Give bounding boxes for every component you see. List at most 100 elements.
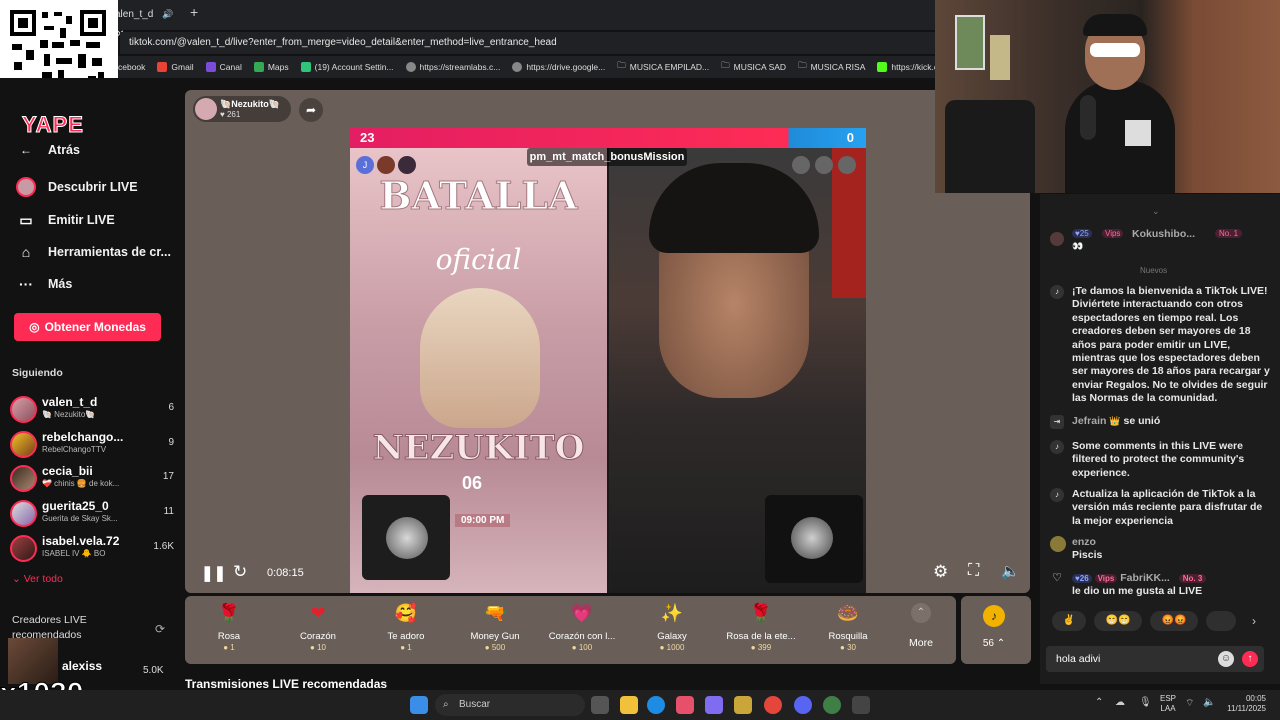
see-all-link[interactable]: ⌄ Ver todo (12, 573, 63, 585)
gift-item[interactable]: 🍩 Rosquilla ● 30 (808, 600, 888, 653)
bookmark-item[interactable]: https://streamlabs.c... (405, 62, 500, 72)
poster-name: NEZUKITO (372, 428, 585, 469)
bookmark-item[interactable]: Canal (205, 62, 242, 72)
following-item[interactable]: valen_t_d 🐚 Nezukito🐚 6 (10, 394, 180, 426)
tiktok-icon: ♪ (1050, 440, 1064, 454)
poster-title: BATALLA (379, 173, 578, 219)
bookmark-item[interactable]: https://drive.google... (512, 62, 605, 72)
quick-emoji-button[interactable]: 😡😡 (1150, 611, 1198, 631)
quick-emoji-button[interactable]: 😁😁 (1094, 611, 1142, 631)
avatar (1050, 232, 1064, 246)
quick-emoji-button[interactable]: ✌ (1052, 611, 1086, 631)
get-coins-button[interactable]: ◎ Obtener Monedas (14, 313, 161, 341)
coin-icon: ◎ (29, 320, 40, 334)
edge-icon[interactable] (647, 696, 665, 714)
chat-username[interactable]: Jefrain (1072, 415, 1106, 427)
more-gifts-button[interactable]: ⌃ More (905, 603, 937, 649)
back-button[interactable]: ← Atrás (16, 140, 80, 160)
chevron-up-icon[interactable]: ⌃ (1095, 697, 1103, 708)
score-right: 0 (846, 130, 854, 145)
browser-tab-bar: valen_t_d 🔊 ✕ + (0, 0, 935, 40)
top-supporters-left[interactable]: J (356, 156, 416, 174)
wifi-icon[interactable]: ⌔ (1185, 697, 1194, 710)
avatar (10, 465, 37, 492)
volume-icon[interactable]: 🔈 (1203, 697, 1215, 708)
gift-item[interactable]: 🌹 Rosa ● 1 (189, 600, 269, 653)
share-icon[interactable]: ➦ (299, 98, 323, 122)
gift-item[interactable]: 🌹 Rosa de la ete... ● 399 (721, 600, 801, 653)
bookmark-item[interactable]: cebook (118, 62, 145, 72)
recommended-name[interactable]: alexiss (62, 659, 102, 673)
clock[interactable]: 00:05 11/11/2025 (1222, 694, 1266, 714)
twitch-icon (300, 62, 311, 72)
bookmark-item[interactable]: (19) Account Settin... (300, 62, 394, 72)
chat-username[interactable]: enzo (1072, 536, 1272, 549)
bookmark-item[interactable]: https://kick.com/jef (877, 62, 935, 72)
chat-username[interactable]: Kokushibo... (1132, 228, 1195, 240)
host-name: 🐚Nezukito🐚 (220, 99, 280, 109)
coin-balance-button[interactable]: ♪ 56 ⌃ (961, 596, 1031, 664)
nav-creator-tools[interactable]: ⌂ Herramientas de cr... (16, 242, 171, 262)
address-bar[interactable]: tiktok.com/@valen_t_d/live?enter_from_me… (120, 32, 935, 54)
windows-start-icon[interactable] (410, 696, 428, 714)
shirt-print (1125, 120, 1151, 146)
nav-discover-live[interactable]: Descubrir LIVE (16, 177, 138, 197)
volume-icon[interactable]: 🔈 (1001, 562, 1020, 580)
pause-icon[interactable]: ❚❚ (201, 564, 226, 582)
following-item[interactable]: rebelchango... RebelChangoTTV 9 (10, 429, 180, 461)
emoji-picker-icon[interactable]: ☺ (1218, 651, 1234, 667)
settings-icon[interactable]: ⚙ (933, 562, 948, 582)
quick-emoji-button[interactable] (1206, 611, 1236, 631)
supporter-avatar: J (356, 156, 374, 174)
bookmark-folder[interactable]: 🗀 MUSICA SAD (721, 60, 786, 74)
game-icon[interactable] (734, 696, 752, 714)
bookmark-folder[interactable]: 🗀 MUSICA EMPILAD... (617, 60, 709, 74)
store-icon[interactable] (676, 696, 694, 714)
send-icon[interactable]: ↑ (1242, 651, 1258, 667)
love-face-icon: 🥰 (394, 602, 418, 623)
chevron-right-icon[interactable]: › (1252, 614, 1256, 628)
folder-icon: 🗀 (798, 60, 807, 70)
gift-item[interactable]: ❤ Corazón ● 10 (278, 600, 358, 653)
chrome-profile-icon[interactable] (823, 696, 841, 714)
new-tab-button[interactable]: + (190, 4, 198, 20)
refresh-icon[interactable]: ↻ (233, 562, 247, 582)
gift-item[interactable]: 🥰 Te adoro ● 1 (366, 600, 446, 653)
following-item[interactable]: cecia_bii ❤️‍🩹 chinis 🍔 de kok... 17 (10, 463, 180, 495)
nav-more[interactable]: ··· Más (16, 274, 72, 294)
discord-icon[interactable] (794, 696, 812, 714)
gift-item[interactable]: ✨ Galaxy ● 1000 (632, 600, 712, 653)
following-item[interactable]: isabel.vela.72 ISABEL IV 🐥 BO 1.6K (10, 533, 180, 565)
chrome-icon[interactable] (764, 696, 782, 714)
copilot-icon[interactable] (705, 696, 723, 714)
mission-banner: pm_mt_match_bonusMission (527, 148, 687, 166)
obs-icon[interactable] (852, 696, 870, 714)
heart-icon: ❤ (310, 602, 326, 623)
empty-seat-icon (838, 156, 856, 174)
chat-username[interactable]: FabriKK... (1120, 572, 1170, 584)
bookmark-item[interactable]: Maps (253, 62, 289, 72)
player-controls: ❚❚ ↻ 0:08:15 ⚙ ⛶ 🔈 (193, 560, 1023, 588)
fullscreen-icon[interactable]: ⛶ (968, 562, 979, 580)
nav-label: Emitir LIVE (48, 213, 115, 227)
avatar (10, 431, 37, 458)
refresh-icon[interactable]: ⟳ (155, 622, 165, 636)
browser-tab[interactable]: valen_t_d 🔊 ✕ (110, 4, 185, 40)
file-explorer-icon[interactable] (620, 696, 638, 714)
taskbar-search[interactable]: ⌕ Buscar (435, 694, 585, 716)
language-indicator[interactable]: ESP LAA (1160, 694, 1176, 714)
task-view-icon[interactable] (591, 696, 609, 714)
nav-go-live[interactable]: ▭ Emitir LIVE (16, 210, 115, 230)
heart-box-icon: 💗 (570, 602, 594, 623)
recommended-streams-title: Transmisiones LIVE recomendadas (185, 677, 388, 691)
mic-icon[interactable]: 🎙 (1139, 697, 1152, 708)
gift-item[interactable]: 🔫 Money Gun ● 500 (455, 600, 535, 653)
cloud-icon[interactable]: ☁ (1115, 697, 1125, 708)
following-item[interactable]: guerita25_0 Guerita de Skay Sk... 11 (10, 498, 180, 530)
kick-icon (877, 62, 888, 72)
gift-item[interactable]: 💗 Corazón con l... ● 100 (542, 600, 622, 653)
bookmark-folder[interactable]: 🗀 MUSICA RISA (798, 60, 865, 74)
tiktok-icon: ♪ (1050, 285, 1064, 299)
bookmark-item[interactable]: Gmail (157, 62, 194, 72)
host-info[interactable]: 🐚Nezukito🐚 ♥ 261 (193, 96, 291, 122)
